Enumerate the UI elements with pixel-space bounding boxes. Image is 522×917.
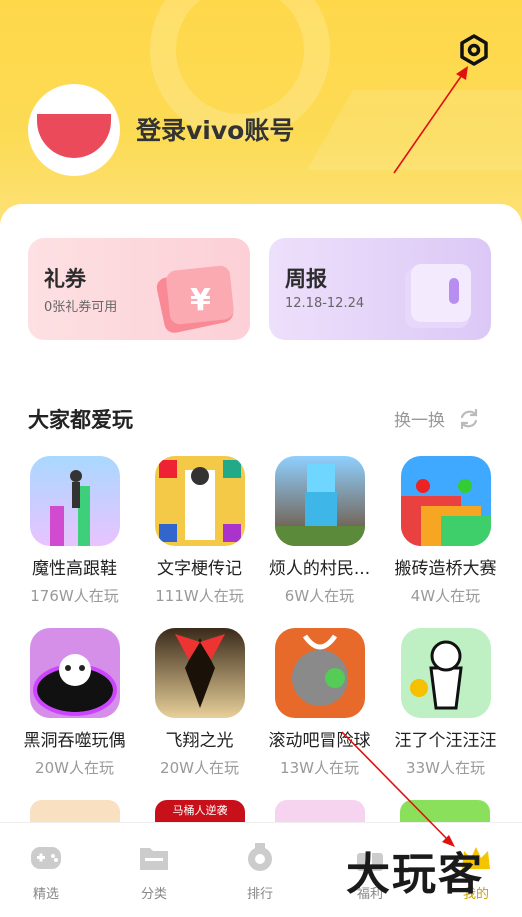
game-item[interactable]: 滚动吧冒险球 13W人在玩 bbox=[257, 628, 382, 778]
watermark-logo: 大玩客 bbox=[346, 849, 484, 900]
game-name: 烦人的村民... bbox=[268, 559, 371, 579]
game-name: 文字梗传记 bbox=[157, 559, 242, 579]
settings-hexagon-icon bbox=[460, 34, 488, 66]
refresh-button[interactable]: 换一换 bbox=[394, 406, 481, 431]
refresh-icon bbox=[460, 408, 478, 429]
game-icon bbox=[29, 456, 120, 546]
game-plays: 20W人在玩 bbox=[35, 759, 114, 777]
nav-label: 排行 bbox=[246, 887, 273, 902]
coupon-card[interactable]: 礼券 0张礼券可用 ¥ bbox=[28, 238, 250, 340]
game-name: 搬砖造桥大赛 bbox=[394, 559, 497, 579]
game-icon bbox=[29, 628, 120, 718]
nav-label: 精选 bbox=[32, 887, 59, 902]
login-link[interactable]: 登录vivo账号 bbox=[136, 111, 294, 147]
weekly-card[interactable]: 周报 12.18-12.24 bbox=[269, 238, 491, 340]
game-plays: 4W人在玩 bbox=[410, 587, 481, 605]
header-decoration bbox=[306, 90, 522, 170]
game-item[interactable]: 文字梗传记 111W人在玩 bbox=[137, 456, 262, 606]
nav-item-ranking[interactable]: 排行 bbox=[220, 843, 300, 902]
game-name: 滚动吧冒险球 bbox=[268, 731, 371, 751]
coupon-yen-icon: ¥ bbox=[156, 265, 234, 333]
coupon-title: 礼券 bbox=[44, 267, 86, 291]
weekly-title: 周报 bbox=[285, 267, 327, 291]
game-icon-partial[interactable] bbox=[30, 800, 120, 824]
folder-icon bbox=[140, 848, 168, 870]
svg-text:¥: ¥ bbox=[190, 283, 211, 318]
game-icon-partial[interactable] bbox=[400, 800, 490, 824]
game-name: 汪了个汪汪汪 bbox=[394, 731, 497, 751]
game-icon-partial[interactable]: 马桶人逆袭 bbox=[155, 800, 245, 824]
avatar-graphic bbox=[37, 114, 111, 158]
game-icon-partial[interactable] bbox=[275, 800, 365, 824]
game-item[interactable]: 黑洞吞噬玩偶 20W人在玩 bbox=[12, 628, 137, 778]
refresh-label: 换一换 bbox=[394, 411, 445, 431]
gamepad-icon bbox=[31, 847, 61, 869]
game-item[interactable]: 汪了个汪汪汪 33W人在玩 bbox=[383, 628, 508, 778]
game-item[interactable]: 搬砖造桥大赛 4W人在玩 bbox=[383, 456, 508, 606]
game-plays: 111W人在玩 bbox=[155, 587, 244, 605]
game-plays: 6W人在玩 bbox=[284, 587, 355, 605]
coupon-subtitle: 0张礼券可用 bbox=[44, 300, 118, 315]
game-plays: 20W人在玩 bbox=[160, 759, 239, 777]
game-plays: 176W人在玩 bbox=[30, 587, 119, 605]
game-name: 黑洞吞噬玩偶 bbox=[23, 731, 126, 751]
avatar[interactable] bbox=[28, 84, 120, 176]
nav-label: 分类 bbox=[140, 887, 167, 902]
nav-item-featured[interactable]: 精选 bbox=[6, 843, 86, 902]
game-icon bbox=[274, 456, 365, 546]
section-title: 大家都爱玩 bbox=[28, 408, 133, 432]
game-icon bbox=[154, 456, 245, 546]
wallet-icon bbox=[405, 264, 471, 328]
game-plays: 13W人在玩 bbox=[280, 759, 359, 777]
game-icon bbox=[400, 628, 491, 718]
game-icon bbox=[154, 628, 245, 718]
game-item[interactable]: 烦人的村民... 6W人在玩 bbox=[257, 456, 382, 606]
game-plays: 33W人在玩 bbox=[406, 759, 485, 777]
game-icon bbox=[400, 456, 491, 546]
medal-icon bbox=[248, 843, 272, 871]
game-item[interactable]: 飞翔之光 20W人在玩 bbox=[137, 628, 262, 778]
game-name: 飞翔之光 bbox=[165, 731, 234, 751]
game-icon bbox=[274, 628, 365, 718]
nav-item-category[interactable]: 分类 bbox=[114, 843, 194, 902]
game-item[interactable]: 魔性高跟鞋 176W人在玩 bbox=[12, 456, 137, 606]
weekly-subtitle: 12.18-12.24 bbox=[285, 296, 365, 311]
settings-button[interactable] bbox=[454, 30, 494, 70]
game-name: 魔性高跟鞋 bbox=[32, 559, 117, 579]
